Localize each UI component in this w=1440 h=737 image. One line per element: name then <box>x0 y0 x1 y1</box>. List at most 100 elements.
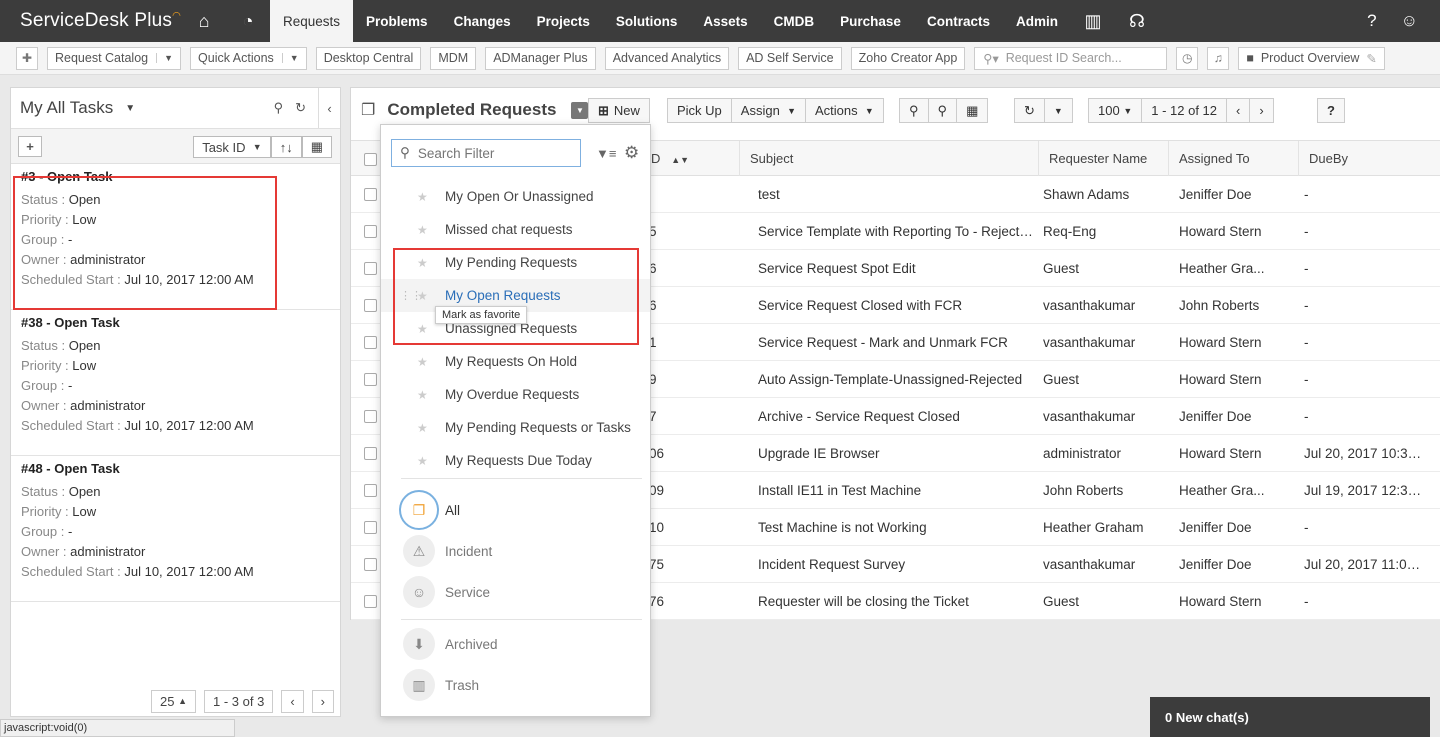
new-request-button[interactable]: ⊞ New <box>588 98 650 123</box>
collapse-icon[interactable]: ‹ <box>318 88 340 128</box>
next-page-button[interactable]: › <box>1250 99 1272 122</box>
col-dueby[interactable]: DueBy <box>1298 141 1428 176</box>
favorite-star-icon[interactable]: ★ <box>417 421 428 435</box>
nav-problems[interactable]: Problems <box>353 0 441 42</box>
task-item[interactable]: #48 - Open Task Status : Open Priority :… <box>11 456 340 602</box>
row-checkbox[interactable] <box>364 336 377 349</box>
bell-icon[interactable]: ♫ <box>1207 46 1230 70</box>
link-admanager-plus[interactable]: ADManager Plus <box>485 46 596 70</box>
task-item[interactable]: #38 - Open Task Status : Open Priority :… <box>11 310 340 456</box>
task-title[interactable]: #38 - Open Task <box>21 315 330 330</box>
clock-icon[interactable]: ◷ <box>1176 46 1199 70</box>
link-zoho-creator[interactable]: Zoho Creator App <box>850 46 966 70</box>
favorite-star-icon[interactable]: ★ <box>417 355 428 369</box>
tasks-panel-title[interactable]: My All Tasks <box>20 98 113 118</box>
requests-view-title[interactable]: Completed Requests <box>387 100 556 120</box>
cell-subject[interactable]: Service Request - Mark and Unmark FCR <box>758 324 1033 361</box>
user-avatar-icon[interactable]: ☺ <box>1401 11 1418 31</box>
search-icon[interactable]: ⚲ <box>900 99 929 122</box>
nav-assets[interactable]: Assets <box>690 0 760 42</box>
prev-page-button[interactable]: ‹ <box>1227 99 1251 122</box>
nav-admin[interactable]: Admin <box>1003 0 1071 42</box>
view-item[interactable]: ★ My Requests Due Today <box>381 444 650 477</box>
favorite-star-icon[interactable]: ★ <box>417 190 428 204</box>
assign-button[interactable]: Assign ▼ <box>732 99 806 122</box>
row-checkbox[interactable] <box>364 447 377 460</box>
home-icon[interactable]: ⌂ <box>182 0 226 42</box>
favorite-star-icon[interactable]: ★ <box>417 388 428 402</box>
view-item[interactable]: ★ My Overdue Requests <box>381 378 650 411</box>
cell-subject[interactable]: Service Request Spot Edit <box>758 250 1033 287</box>
nav-changes[interactable]: Changes <box>441 0 524 42</box>
reports-icon[interactable]: ▥ <box>1071 0 1115 42</box>
actions-button[interactable]: Actions ▼ <box>806 99 883 122</box>
favorite-star-icon[interactable]: ★ <box>417 454 428 468</box>
row-checkbox[interactable] <box>364 595 377 608</box>
sort-order-icon[interactable]: ↑↓ <box>270 136 302 158</box>
view-dropdown-button[interactable]: ▼ <box>571 101 589 119</box>
row-checkbox[interactable] <box>364 521 377 534</box>
refresh-options-chevron-icon[interactable]: ▼ <box>1045 99 1072 122</box>
next-page-button[interactable]: › <box>311 689 334 713</box>
row-checkbox[interactable] <box>364 484 377 497</box>
link-mdm[interactable]: MDM <box>430 46 477 70</box>
category-all[interactable]: ❐ All <box>399 490 460 530</box>
dashboard-icon[interactable]: ◔ <box>226 0 270 42</box>
page-size-select[interactable]: 100 ▼ <box>1089 99 1143 122</box>
add-task-button[interactable]: + <box>18 135 42 157</box>
nav-requests[interactable]: Requests <box>270 0 354 42</box>
view-item[interactable]: ★ Missed chat requests <box>381 213 650 246</box>
cell-subject[interactable]: Upgrade IE Browser <box>758 435 1033 472</box>
nav-solutions[interactable]: Solutions <box>603 0 691 42</box>
help-icon[interactable]: ? <box>1318 99 1344 122</box>
cell-subject[interactable]: Incident Request Survey <box>758 546 1033 583</box>
cell-subject[interactable]: Test Machine is not Working <box>758 509 1033 546</box>
search-filter-input[interactable]: ⚲ <box>391 139 581 167</box>
nav-contracts[interactable]: Contracts <box>914 0 1003 42</box>
chevron-down-icon[interactable]: ▼ <box>125 103 135 114</box>
search-icon[interactable]: ⚲ <box>274 100 284 116</box>
pickup-button[interactable]: Pick Up <box>668 99 732 122</box>
link-advanced-analytics[interactable]: Advanced Analytics <box>604 46 730 70</box>
row-checkbox[interactable] <box>364 410 377 423</box>
headset-icon[interactable]: ☊ <box>1115 0 1159 42</box>
columns-icon[interactable]: ▦ <box>301 136 332 158</box>
row-checkbox[interactable] <box>364 262 377 275</box>
request-id-search-input[interactable]: ⚲▾ Request ID Search... <box>974 46 1168 70</box>
prev-page-button[interactable]: ‹ <box>281 689 304 713</box>
request-catalog-button[interactable]: Request Catalog ▼ <box>47 46 182 70</box>
copy-view-icon[interactable]: ❐ <box>361 100 375 120</box>
cell-subject[interactable]: test <box>758 176 1033 213</box>
row-checkbox[interactable] <box>364 373 377 386</box>
link-desktop-central[interactable]: Desktop Central <box>315 46 422 70</box>
cell-subject[interactable]: Install IE11 in Test Machine <box>758 472 1033 509</box>
advanced-search-icon[interactable]: ⚲ <box>929 99 958 122</box>
new-request-icon[interactable]: ✚ <box>16 46 38 70</box>
category-trash[interactable]: ▥ Trash <box>403 668 479 702</box>
refresh-icon[interactable]: ↻ <box>295 100 306 116</box>
category-incident[interactable]: ⚠ Incident <box>403 534 492 568</box>
col-subject[interactable]: Subject <box>739 141 1039 176</box>
product-overview-button[interactable]: ■ Product Overview ✎ <box>1238 46 1385 70</box>
columns-icon[interactable]: ▦ <box>957 99 987 122</box>
cell-subject[interactable]: Requester will be closing the Ticket <box>758 583 1033 620</box>
quick-actions-button[interactable]: Quick Actions ▼ <box>190 46 307 70</box>
view-item[interactable]: ★ My Requests On Hold <box>381 345 650 378</box>
nav-cmdb[interactable]: CMDB <box>761 0 828 42</box>
col-requester[interactable]: Requester Name <box>1038 141 1168 176</box>
nav-purchase[interactable]: Purchase <box>827 0 914 42</box>
cell-subject[interactable]: Service Request Closed with FCR <box>758 287 1033 324</box>
col-assigned[interactable]: Assigned To <box>1168 141 1298 176</box>
cell-subject[interactable]: Archive - Service Request Closed <box>758 398 1033 435</box>
cell-subject[interactable]: Auto Assign-Template-Unassigned-Rejected <box>758 361 1033 398</box>
row-checkbox[interactable] <box>364 558 377 571</box>
view-item[interactable]: ★ My Open Or Unassigned <box>381 180 650 213</box>
page-size-select[interactable]: 25 ▲ <box>150 689 196 713</box>
row-checkbox[interactable] <box>364 188 377 201</box>
app-logo[interactable]: ServiceDesk Plus◠ <box>0 10 182 32</box>
nav-projects[interactable]: Projects <box>524 0 603 42</box>
help-icon[interactable]: ? <box>1367 11 1376 31</box>
select-all-checkbox[interactable] <box>364 153 377 166</box>
task-title[interactable]: #48 - Open Task <box>21 461 330 476</box>
search-filter-field[interactable] <box>417 145 568 161</box>
